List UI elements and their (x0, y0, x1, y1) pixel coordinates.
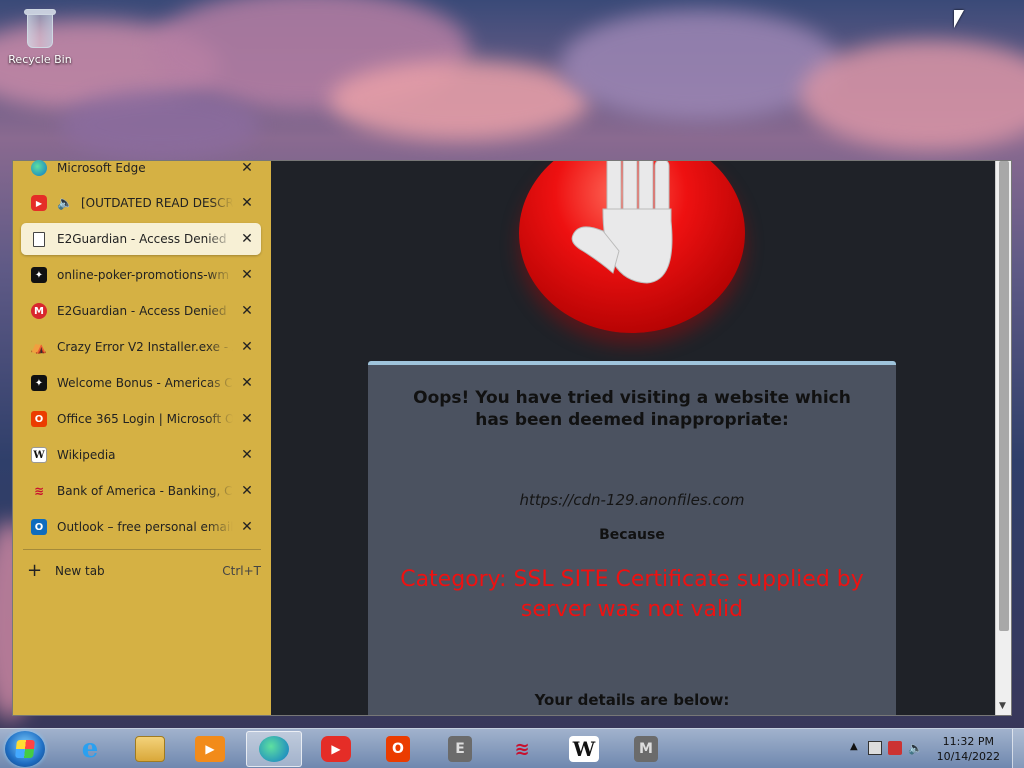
tab-welcome-bonus[interactable]: ✦ Welcome Bonus - Americas Cardroom ✕ (21, 367, 261, 399)
bank-of-america-icon: ≋ (514, 738, 530, 760)
youtube-icon: ▶ (321, 736, 351, 762)
taskbar-e-app[interactable]: E (432, 731, 488, 767)
taskbar-wikipedia[interactable]: W (556, 731, 612, 767)
page-icon (33, 231, 45, 247)
americas-cardroom-icon: ✦ (31, 267, 47, 283)
taskbar-bank-of-america[interactable]: ≋ (494, 731, 550, 767)
close-tab-icon[interactable]: ✕ (233, 267, 261, 283)
recycle-bin[interactable]: Recycle Bin (6, 6, 74, 66)
bank-of-america-icon: ≋ (33, 484, 45, 498)
taskbar-internet-explorer[interactable]: e (62, 731, 118, 767)
block-category: Category: SSL SITE Certificate supplied … (400, 567, 864, 622)
block-message: Oops! You have tried visiting a website … (413, 388, 851, 430)
windows-logo-icon (15, 740, 35, 758)
plus-icon: + (27, 560, 43, 581)
clock-date: 10/14/2022 (936, 750, 1000, 763)
m-app-icon: M (634, 736, 658, 762)
wikipedia-icon: W (31, 447, 47, 463)
recycle-bin-icon (23, 6, 57, 50)
office-icon: O (386, 736, 410, 762)
mouse-cursor-icon (954, 10, 964, 28)
new-tab-label: New tab (55, 564, 105, 578)
close-tab-icon[interactable]: ✕ (233, 231, 261, 247)
taskbar-media-player[interactable]: ▶ (182, 731, 238, 767)
tab-label: E2Guardian - Access Denied (57, 232, 227, 246)
tab-e2guardian-active[interactable]: E2Guardian - Access Denied ✕ (21, 223, 261, 255)
tab-label: online-poker-promotions-wm - Americas (57, 268, 233, 282)
close-tab-icon[interactable]: ✕ (233, 160, 261, 176)
tab-label: Office 365 Login | Microsoft Office (57, 412, 233, 426)
file-explorer-icon (135, 736, 165, 762)
tab-wikipedia[interactable]: W Wikipedia ✕ (21, 439, 261, 471)
taskbar-youtube[interactable]: ▶ (308, 731, 364, 767)
taskbar-edge[interactable] (246, 731, 302, 767)
clock[interactable]: 11:32 PM 10/14/2022 (937, 734, 1000, 764)
close-tab-icon[interactable]: ✕ (233, 303, 261, 319)
new-tab-shortcut: Ctrl+T (222, 564, 261, 578)
tab-label: Outlook – free personal email and calend… (57, 520, 233, 534)
vertical-tabs-pane: Microsoft Edge ✕ ▶ 🔈 [OUTDATED READ DESC… (13, 160, 271, 715)
tab-outlook[interactable]: O Outlook – free personal email and cale… (21, 511, 261, 543)
close-tab-icon[interactable]: ✕ (233, 339, 261, 355)
tab-list-divider (23, 549, 261, 550)
scroll-down-arrow-icon[interactable]: ▼ (999, 701, 1006, 711)
close-tab-icon[interactable]: ✕ (233, 447, 261, 463)
because-label: Because (599, 527, 665, 543)
recycle-bin-label: Recycle Bin (8, 53, 72, 66)
tab-label: Wikipedia (57, 448, 116, 462)
office-icon: O (31, 411, 47, 427)
tab-label: E2Guardian - Access Denied (57, 304, 227, 318)
new-tab-button[interactable]: + New tab Ctrl+T (27, 559, 261, 583)
close-tab-icon[interactable]: ✕ (233, 483, 261, 499)
vertical-scrollbar[interactable]: ▼ (995, 161, 1011, 715)
close-tab-icon[interactable]: ✕ (233, 411, 261, 427)
action-center-icon[interactable] (888, 741, 902, 755)
taskbar-m-app[interactable]: M (618, 731, 674, 767)
tab-crazy-error[interactable]: ⛺ Crazy Error V2 Installer.exe - AnonFil… (21, 331, 261, 363)
blocked-url: https://cdn-129.anonfiles.com (519, 491, 745, 509)
tab-microsoft-edge[interactable]: Microsoft Edge ✕ (21, 152, 261, 184)
close-tab-icon[interactable]: ✕ (233, 375, 261, 391)
e-app-icon: E (448, 736, 472, 762)
network-icon[interactable] (868, 741, 882, 755)
tab-bank-of-america[interactable]: ≋ Bank of America - Banking, Credit Card… (21, 475, 261, 507)
mega-icon: M (31, 303, 47, 319)
volume-icon[interactable]: 🔈 (908, 741, 923, 755)
edge-icon (31, 160, 47, 176)
taskbar: e ▶ ▶ O E ≋ W M ▲ 🔈 11:32 PM 10/14/2022 (0, 728, 1024, 768)
page-content: Oops! You have tried visiting a website … (271, 161, 995, 715)
show-desktop-button[interactable] (1012, 729, 1024, 768)
start-button[interactable] (5, 731, 45, 767)
details-heading: Your details are below: (534, 691, 730, 709)
tab-label: [OUTDATED READ DESCRIPTION] (81, 196, 233, 210)
tab-e2guardian-mega[interactable]: M E2Guardian - Access Denied ✕ (21, 295, 261, 327)
taskbar-file-explorer[interactable] (122, 731, 178, 767)
clock-time: 11:32 PM (942, 735, 994, 748)
internet-explorer-icon: e (81, 734, 99, 764)
close-tab-icon[interactable]: ✕ (233, 195, 261, 211)
tab-online-poker[interactable]: ✦ online-poker-promotions-wm - Americas … (21, 259, 261, 291)
block-message-panel: Oops! You have tried visiting a website … (368, 361, 896, 715)
tab-label: Microsoft Edge (57, 161, 146, 175)
scrollbar-thumb[interactable] (999, 161, 1009, 631)
media-player-icon: ▶ (195, 736, 225, 762)
taskbar-office[interactable]: O (370, 731, 426, 767)
youtube-icon: ▶ (31, 195, 47, 211)
tab-label: Welcome Bonus - Americas Cardroom (57, 376, 233, 390)
audio-playing-icon[interactable]: 🔈 (57, 196, 73, 211)
system-tray: ▲ 🔈 11:32 PM 10/14/2022 (834, 729, 1024, 768)
edge-icon (259, 736, 289, 762)
americas-cardroom-icon: ✦ (31, 375, 47, 391)
anonfiles-icon: ⛺ (30, 339, 48, 355)
tab-label: Crazy Error V2 Installer.exe - AnonFiles (57, 340, 233, 354)
browser-window: Microsoft Edge ✕ ▶ 🔈 [OUTDATED READ DESC… (12, 160, 1012, 716)
hand-icon (571, 161, 673, 284)
tab-office-365[interactable]: O Office 365 Login | Microsoft Office ✕ (21, 403, 261, 435)
show-hidden-icons-icon[interactable]: ▲ (850, 741, 858, 752)
close-tab-icon[interactable]: ✕ (233, 519, 261, 535)
outlook-icon: O (31, 519, 47, 535)
tab-label: Bank of America - Banking, Credit Cards (57, 484, 233, 498)
tab-youtube-outdated[interactable]: ▶ 🔈 [OUTDATED READ DESCRIPTION] ✕ (21, 187, 261, 219)
wikipedia-icon: W (569, 736, 599, 762)
